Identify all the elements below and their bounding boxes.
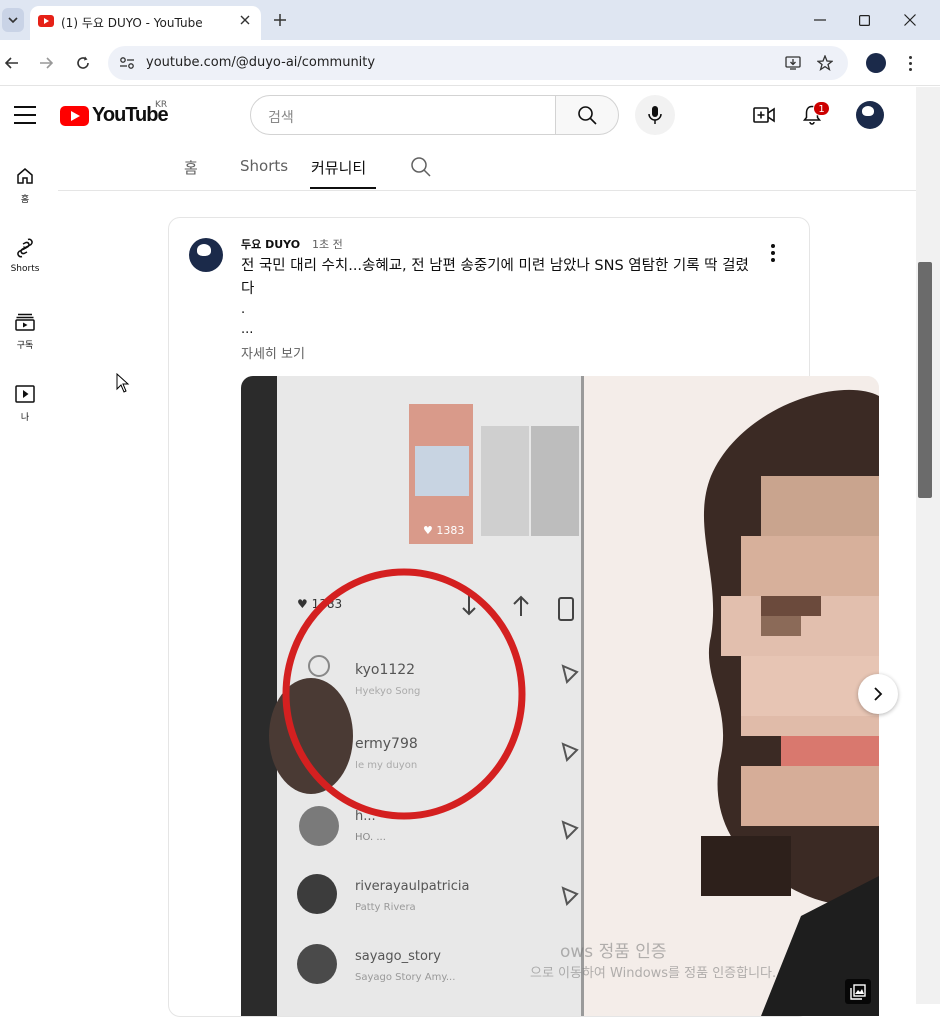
create-video-icon: [753, 107, 775, 123]
microphone-icon: [648, 106, 662, 124]
browser-tab-strip: (1) 두요 DUYO - YouTube: [0, 0, 940, 40]
post-image[interactable]: ♥ 1383 ♥ 1383 kyo1122 Hyekyo Song ermy79…: [241, 376, 879, 1016]
post-author-avatar[interactable]: [189, 238, 223, 272]
site-info-icon[interactable]: [118, 54, 136, 72]
channel-search-icon[interactable]: [410, 156, 432, 178]
guide-label-home: 홈: [20, 195, 30, 205]
community-post: 두요 DUYO 1초 전 전 국민 대리 수치...송혜교, 전 남편 송중기에…: [168, 217, 879, 1017]
arrow-right-icon: [40, 57, 53, 69]
windows-activation-watermark-sub: 으로 이동하여 Windows를 정품 인증합니다.: [530, 966, 777, 981]
you-icon: [14, 383, 36, 405]
back-button[interactable]: [2, 53, 22, 73]
guide-item-you[interactable]: 나: [0, 383, 50, 443]
row-user: riverayaulpatricia: [355, 879, 469, 894]
account-avatar[interactable]: [856, 101, 884, 129]
next-image-button[interactable]: [858, 674, 898, 714]
guide-label-subscriptions: 구독: [16, 341, 34, 351]
post-image-collage: ♥ 1383 ♥ 1383 kyo1122 Hyekyo Song ermy79…: [241, 376, 879, 1016]
search-button[interactable]: [555, 95, 619, 135]
browser-menu-icon[interactable]: [902, 53, 918, 73]
minimize-window-button[interactable]: [808, 10, 832, 30]
post-action-menu-icon[interactable]: [767, 244, 779, 264]
search-icon: [578, 106, 597, 125]
row-user: kyo1122: [355, 662, 415, 678]
browser-profile-avatar[interactable]: [866, 53, 886, 73]
create-button[interactable]: [752, 103, 776, 127]
mouse-cursor-icon: [116, 373, 130, 393]
row-user: ermy798: [355, 736, 418, 752]
row-sub: Sayago Story Amy...: [355, 972, 455, 983]
row-sub: Patty Rivera: [355, 902, 416, 913]
guide-item-subscriptions[interactable]: 구독: [0, 311, 50, 371]
shorts-icon: [14, 237, 36, 259]
install-app-icon[interactable]: [784, 54, 802, 72]
forward-button[interactable]: [36, 53, 56, 73]
youtube-masthead: YouTube KR 검색 1: [0, 87, 916, 143]
windows-activation-watermark: ows 정품 인증: [560, 942, 667, 962]
subscriptions-icon: [14, 311, 36, 333]
minimize-icon: [814, 19, 826, 21]
tab-list-button[interactable]: [2, 8, 24, 32]
row-sub: Hyekyo Song: [355, 686, 420, 697]
post-text-line: .: [241, 302, 246, 317]
maximize-icon: [858, 14, 870, 26]
post-author[interactable]: 두요 DUYO: [241, 236, 300, 252]
tab-shorts[interactable]: Shorts: [240, 157, 288, 175]
country-code: KR: [155, 100, 168, 110]
row-sub: Ie my duyon: [355, 760, 417, 771]
tab-home[interactable]: 홈: [184, 157, 198, 178]
reload-button[interactable]: [73, 53, 93, 73]
close-window-button[interactable]: [898, 10, 922, 30]
browser-tab-active[interactable]: (1) 두요 DUYO - YouTube: [30, 6, 261, 40]
guide-label-shorts: Shorts: [10, 264, 40, 274]
active-tab-underline: [310, 187, 376, 189]
close-tab-icon[interactable]: [236, 11, 254, 29]
close-icon: [904, 14, 916, 26]
guide-item-home[interactable]: 홈: [0, 165, 50, 225]
arrow-left-icon: [5, 57, 18, 69]
home-icon: [14, 165, 36, 187]
guide-label-you: 나: [20, 413, 30, 423]
chevron-right-icon: [874, 687, 883, 701]
search-placeholder: 검색: [268, 110, 294, 126]
post-text: 전 국민 대리 수치...송혜교, 전 남편 송중기에 미련 남았나 SNS 염…: [241, 258, 749, 297]
reload-icon: [77, 56, 89, 69]
youtube-logo[interactable]: YouTube: [60, 104, 169, 127]
tab-community[interactable]: 커뮤니티: [311, 157, 366, 178]
page-scrollbar-track[interactable]: [916, 87, 940, 1004]
notification-badge: 1: [813, 101, 830, 116]
chevron-down-icon: [8, 17, 18, 23]
voice-search-button[interactable]: [635, 95, 675, 135]
address-bar[interactable]: youtube.com/@duyo-ai/community: [108, 46, 848, 80]
thumb-like-count: ♥ 1383: [423, 524, 464, 537]
youtube-play-icon: [60, 105, 89, 126]
browser-toolbar: youtube.com/@duyo-ai/community: [0, 40, 940, 86]
post-time[interactable]: 1초 전: [312, 236, 343, 252]
read-more-button[interactable]: 자세히 보기: [241, 343, 305, 362]
channel-tabs: 홈 Shorts 커뮤니티: [58, 143, 916, 191]
tab-title: (1) 두요 DUYO - YouTube: [61, 16, 203, 30]
row-user: sayago_story: [355, 949, 441, 964]
search-input[interactable]: 검색: [250, 95, 556, 135]
guide-item-shorts[interactable]: Shorts: [0, 237, 50, 297]
url-text: youtube.com/@duyo-ai/community: [146, 55, 376, 70]
row-sub: HO. ...: [355, 832, 386, 843]
page-scrollbar-thumb[interactable]: [918, 262, 932, 498]
post-text-line: ...: [241, 322, 254, 337]
new-tab-button[interactable]: [270, 10, 290, 30]
maximize-window-button[interactable]: [852, 10, 876, 30]
youtube-favicon-icon: [38, 15, 54, 27]
hamburger-menu-icon[interactable]: [14, 106, 36, 124]
bookmark-star-icon[interactable]: [816, 54, 834, 72]
plus-icon: [274, 14, 286, 26]
image-gallery-icon: [845, 979, 871, 1004]
